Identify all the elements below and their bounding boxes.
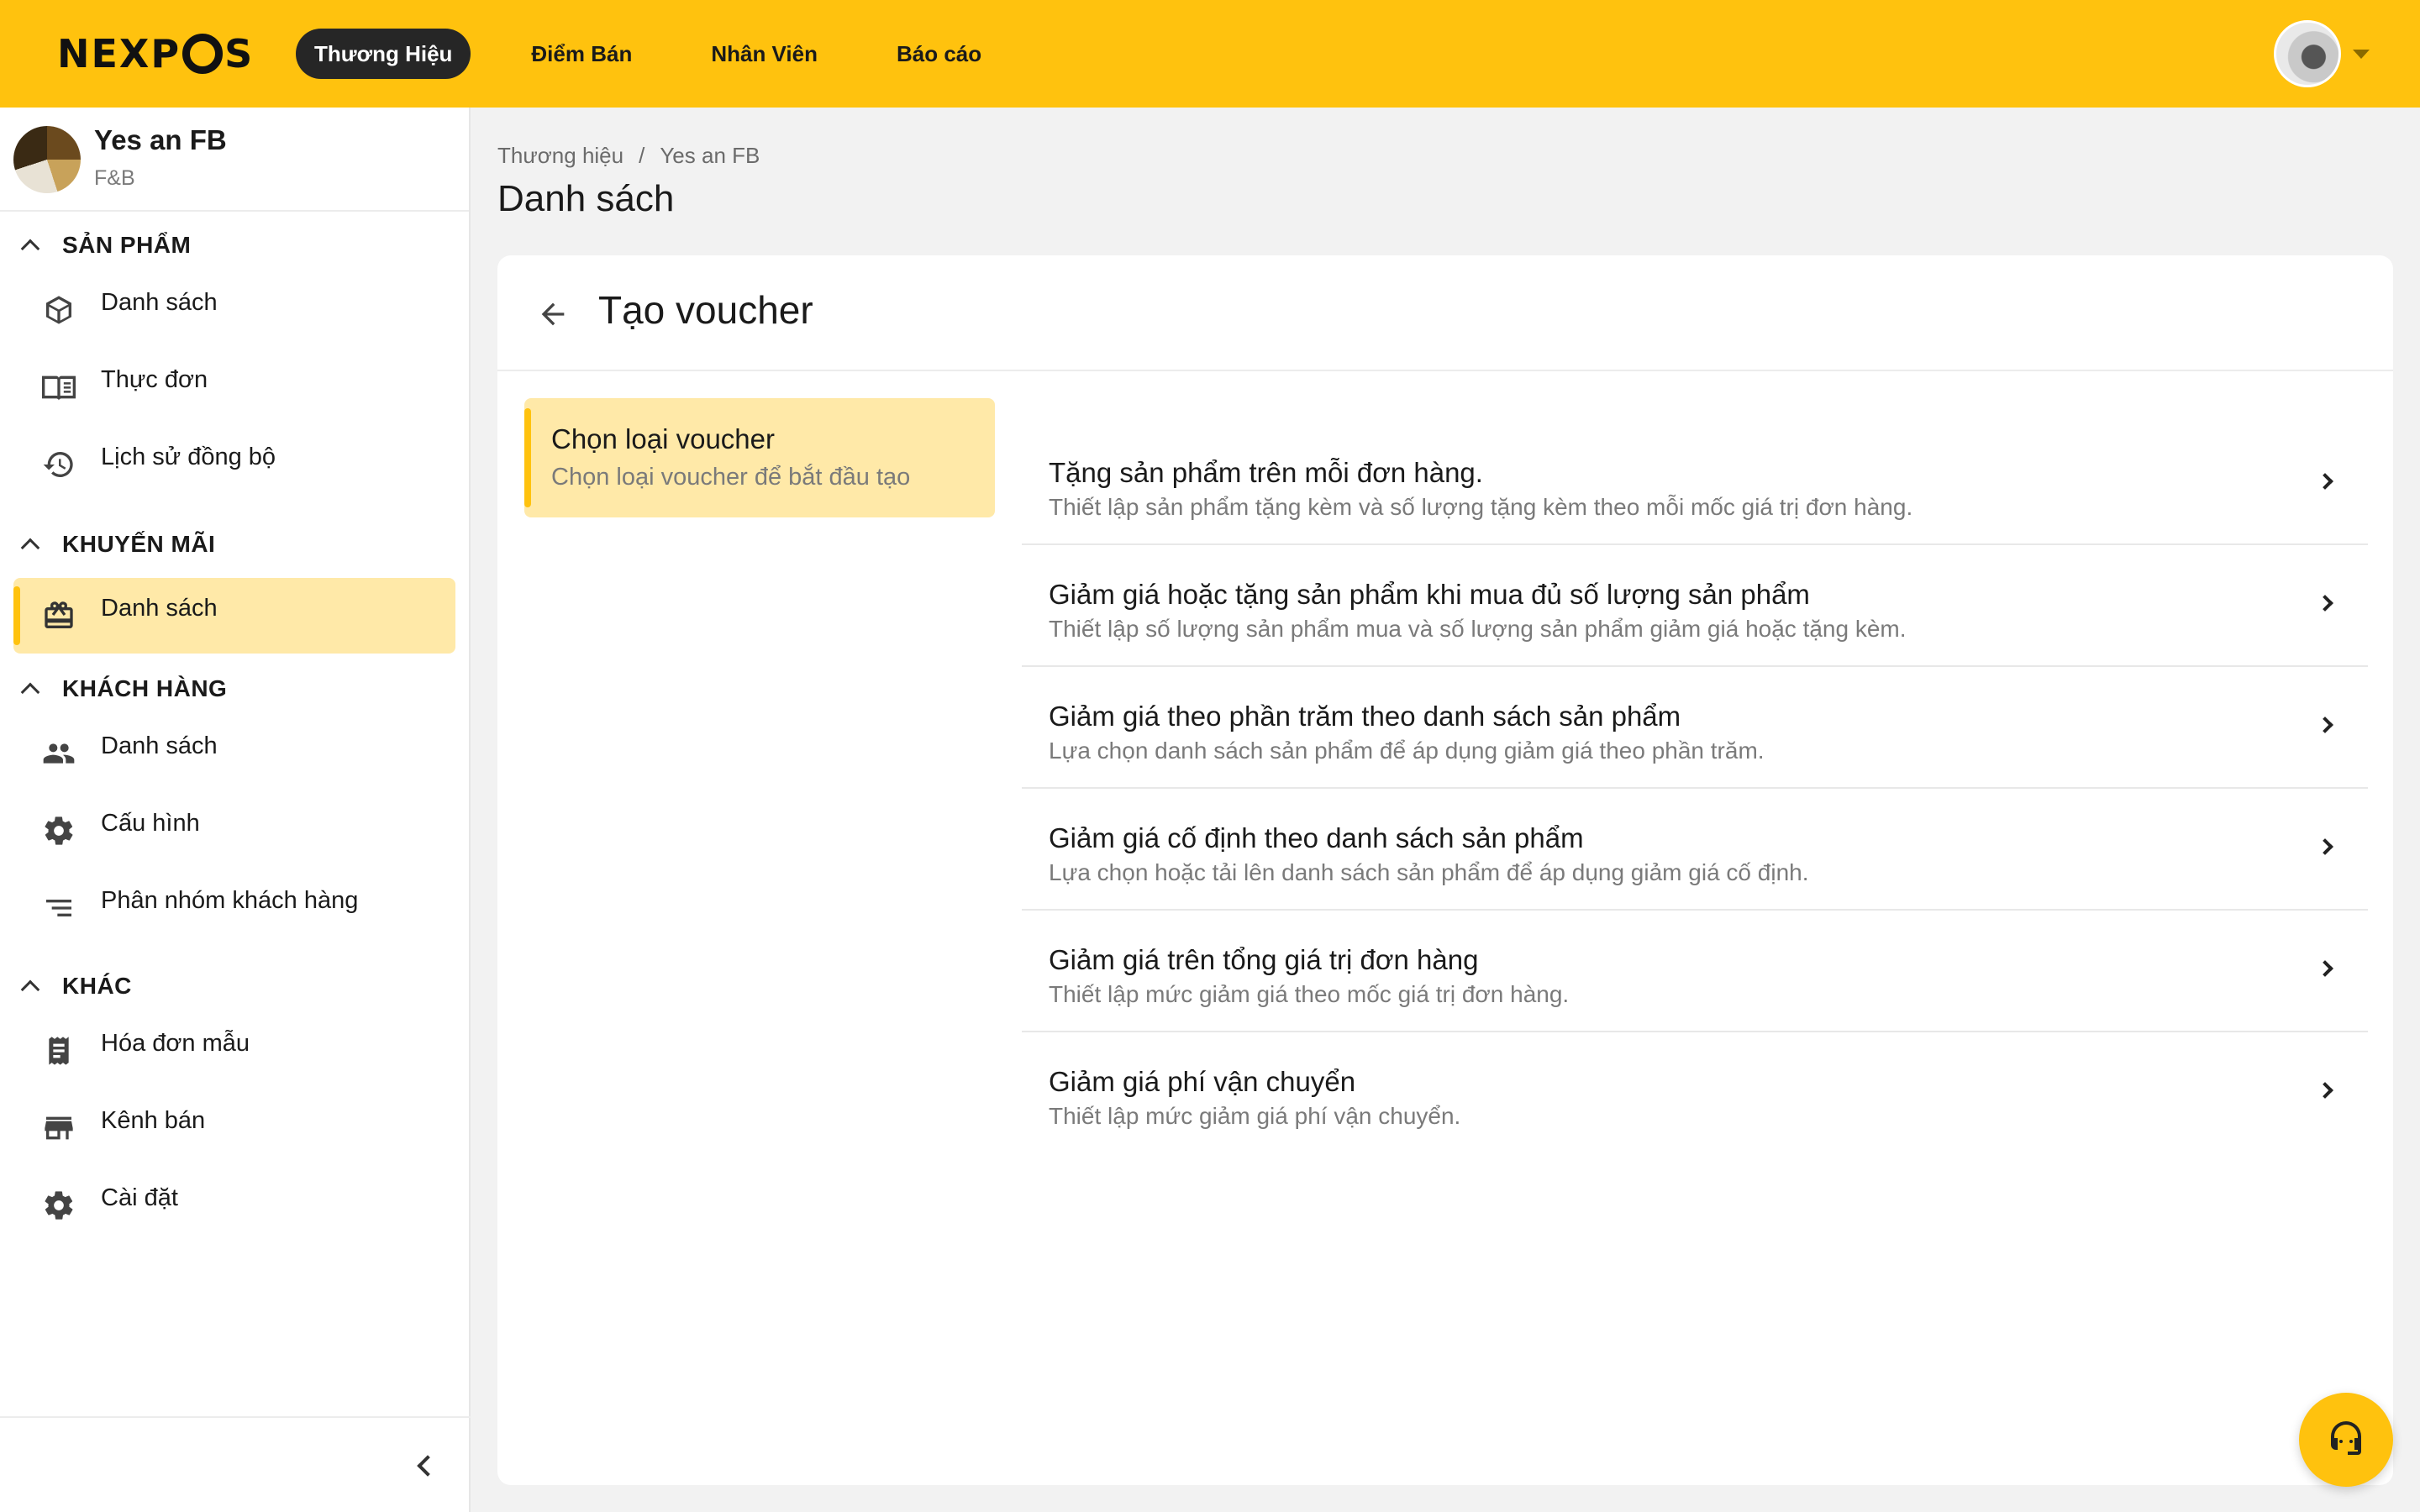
top-bar: NEXP S Thương Hiệu Điểm Bán Nhân Viên Báo… [0, 0, 2420, 108]
voucher-type-list: Tặng sản phẩm trên mỗi đơn hàng. Thiết l… [1022, 423, 2368, 1154]
sidebar-item-label: Danh sách [101, 595, 218, 622]
chevron-right-icon [2317, 595, 2333, 612]
sidebar-item-label: Danh sách [101, 732, 218, 759]
sort-lines-icon [40, 890, 77, 927]
brand-header: Yes an FB F&B [0, 108, 469, 212]
brand-name: Yes an FB [94, 124, 227, 155]
breadcrumb-link-thuong-hieu[interactable]: Thương hiệu [497, 143, 623, 169]
sidebar-footer [0, 1416, 471, 1512]
chevron-up-icon [20, 979, 40, 1000]
breadcrumb-current[interactable]: Yes an FB [660, 143, 760, 169]
sidebar: Yes an FB F&B SẢN PHẨM Danh sách Thực đơ… [0, 108, 471, 1512]
section-title: KHÁC [62, 973, 132, 999]
cube-icon [40, 291, 77, 328]
voucher-type-option[interactable]: Giảm giá phí vận chuyển Thiết lập mức gi… [1022, 1032, 2368, 1154]
option-title: Giảm giá trên tổng giá trị đơn hàng [1049, 944, 1479, 975]
people-icon [40, 735, 77, 772]
nav-tab-nhan-vien[interactable]: Nhân Viên [694, 29, 834, 79]
headset-icon [2326, 1418, 2366, 1462]
sidebar-item-label: Hóa đơn mẫu [101, 1030, 250, 1057]
sidebar-item-thuc-don[interactable]: Thực đơn [13, 349, 455, 425]
option-description: Lựa chọn hoặc tải lên danh sách sản phẩm… [1049, 859, 1809, 885]
option-title: Giảm giá cố định theo danh sách sản phẩm [1049, 822, 1584, 853]
sidebar-item-khuyen-mai-danh-sach[interactable]: Danh sách [13, 578, 455, 654]
option-description: Thiết lập số lượng sản phẩm mua và số lư… [1049, 616, 1907, 642]
voucher-type-option[interactable]: Giảm giá theo phần trăm theo danh sách s… [1022, 667, 2368, 789]
option-title: Giảm giá phí vận chuyển [1049, 1066, 1356, 1097]
section-khac[interactable]: KHÁC [0, 961, 471, 1011]
option-description: Thiết lập sản phẩm tặng kèm và số lượng … [1049, 494, 1913, 520]
nav-tab-bao-cao[interactable]: Báo cáo [880, 29, 998, 79]
sidebar-item-label: Phân nhóm khách hàng [101, 887, 359, 914]
sidebar-item-label: Cài đặt [101, 1184, 178, 1211]
step-title: Chọn loại voucher [551, 423, 775, 454]
brand-avatar [13, 126, 81, 193]
main-nav: Thương Hiệu Điểm Bán Nhân Viên Báo cáo [296, 29, 1044, 79]
receipt-icon [40, 1032, 77, 1069]
sidebar-item-cai-dat[interactable]: Cài đặt [13, 1168, 455, 1243]
sidebar-item-san-pham-danh-sach[interactable]: Danh sách [13, 272, 455, 348]
option-description: Thiết lập mức giảm giá phí vận chuyển. [1049, 1103, 1461, 1129]
nav-tab-thuong-hieu[interactable]: Thương Hiệu [296, 29, 471, 79]
section-khach-hang[interactable]: KHÁCH HÀNG [0, 664, 471, 714]
sidebar-item-phan-nhom-khach-hang[interactable]: Phân nhóm khách hàng [13, 870, 455, 946]
chevron-up-icon [20, 538, 40, 558]
voucher-type-option[interactable]: Giảm giá cố định theo danh sách sản phẩm… [1022, 789, 2368, 911]
breadcrumb: Thương hiệu / Yes an FB [497, 143, 760, 169]
option-title: Giảm giá theo phần trăm theo danh sách s… [1049, 701, 1681, 732]
chevron-right-icon [2317, 960, 2333, 977]
store-icon [40, 1110, 77, 1147]
section-san-pham[interactable]: SẢN PHẨM [0, 220, 471, 270]
back-arrow-icon[interactable] [536, 297, 570, 331]
option-description: Lựa chọn danh sách sản phẩm để áp dụng g… [1049, 738, 1765, 764]
chevron-right-icon [2317, 473, 2333, 490]
user-avatar[interactable] [2274, 20, 2341, 87]
chevron-right-icon [2317, 717, 2333, 733]
page-title: Danh sách [497, 178, 675, 219]
history-icon [40, 446, 77, 483]
breadcrumb-separator: / [639, 143, 645, 168]
section-title: KHUYẾN MÃI [62, 531, 216, 557]
create-voucher-card: Tạo voucher Chọn loại voucher Chọn loại … [497, 255, 2393, 1485]
chevron-up-icon [20, 239, 40, 259]
option-description: Thiết lập mức giảm giá theo mốc giá trị … [1049, 981, 1570, 1007]
section-title: KHÁCH HÀNG [62, 675, 228, 701]
sidebar-item-hoa-don-mau[interactable]: Hóa đơn mẫu [13, 1013, 455, 1089]
section-khuyen-mai[interactable]: KHUYẾN MÃI [0, 519, 471, 570]
sidebar-item-label: Cấu hình [101, 810, 200, 837]
gear-icon [40, 812, 77, 849]
menu-book-icon [40, 369, 77, 406]
voucher-type-option[interactable]: Giảm giá hoặc tặng sản phẩm khi mua đủ s… [1022, 545, 2368, 667]
sidebar-item-label: Lịch sử đồng bộ [101, 444, 276, 470]
caret-down-icon[interactable] [2353, 49, 2370, 59]
chevron-up-icon [20, 682, 40, 702]
option-title: Giảm giá hoặc tặng sản phẩm khi mua đủ s… [1049, 579, 1810, 610]
support-chat-button[interactable] [2299, 1393, 2393, 1487]
gift-card-icon [40, 597, 77, 634]
card-title: Tạo voucher [598, 288, 813, 332]
sidebar-item-lich-su-dong-bo[interactable]: Lịch sử đồng bộ [13, 427, 455, 502]
step-choose-voucher-type[interactable]: Chọn loại voucher Chọn loại voucher để b… [524, 398, 995, 517]
sidebar-item-label: Thực đơn [101, 366, 208, 393]
collapse-sidebar-chevron-left-icon[interactable] [412, 1453, 437, 1478]
nav-tab-diem-ban[interactable]: Điểm Bán [514, 29, 649, 79]
sidebar-item-cau-hinh[interactable]: Cấu hình [13, 793, 455, 869]
chevron-right-icon [2317, 1082, 2333, 1099]
option-title: Tặng sản phẩm trên mỗi đơn hàng. [1049, 457, 1483, 488]
step-subtitle: Chọn loại voucher để bắt đầu tạo [551, 464, 911, 491]
chevron-right-icon [2317, 838, 2333, 855]
sidebar-item-label: Danh sách [101, 289, 218, 316]
nexpos-logo[interactable]: NEXP S [57, 31, 254, 76]
sidebar-item-kenh-ban[interactable]: Kênh bán [13, 1090, 455, 1166]
brand-type: F&B [94, 166, 135, 190]
account-menu[interactable] [2274, 20, 2370, 87]
gear-icon [40, 1187, 77, 1224]
voucher-type-option[interactable]: Giảm giá trên tổng giá trị đơn hàng Thiế… [1022, 911, 2368, 1032]
sidebar-item-label: Kênh bán [101, 1107, 206, 1134]
sidebar-item-khach-hang-danh-sach[interactable]: Danh sách [13, 716, 455, 791]
logo-mark-icon [182, 34, 224, 74]
voucher-type-option[interactable]: Tặng sản phẩm trên mỗi đơn hàng. Thiết l… [1022, 423, 2368, 545]
section-title: SẢN PHẨM [62, 232, 192, 258]
card-header: Tạo voucher [497, 255, 2393, 371]
